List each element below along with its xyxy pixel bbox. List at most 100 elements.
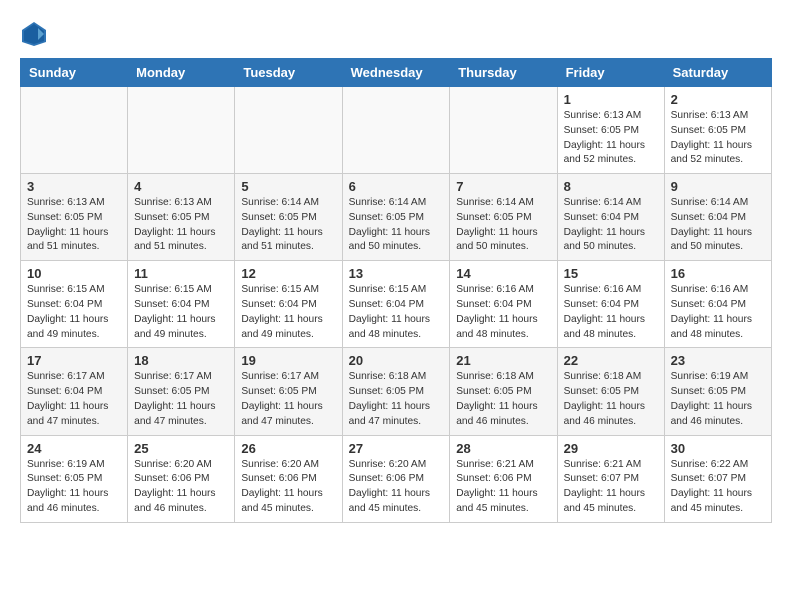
calendar-cell: 30Sunrise: 6:22 AMSunset: 6:07 PMDayligh… xyxy=(664,435,771,522)
cell-info-line: Sunset: 6:06 PM xyxy=(349,472,444,487)
day-header-friday: Friday xyxy=(557,59,664,87)
cell-info-line: Daylight: 11 hours and 51 minutes. xyxy=(27,226,121,256)
cell-info-line: Daylight: 11 hours and 50 minutes. xyxy=(456,226,550,256)
calendar-cell: 7 Sunrise: 6:14 AMSunset: 6:05 PMDaylight… xyxy=(450,174,557,261)
cell-info-line: Sunrise: 6:14 AM xyxy=(241,196,335,211)
cell-info-line: Sunset: 6:06 PM xyxy=(241,472,335,487)
cell-info-line: Sunrise: 6:16 AM xyxy=(671,283,765,298)
cell-info-line: Sunset: 6:05 PM xyxy=(134,211,228,226)
cell-info-line: Sunset: 6:04 PM xyxy=(27,298,121,313)
cell-info-line: Daylight: 11 hours and 45 minutes. xyxy=(564,487,658,517)
cell-info-line: Sunrise: 6:18 AM xyxy=(349,370,444,385)
cell-info-line: Sunrise: 6:14 AM xyxy=(671,196,765,211)
day-number: 7 xyxy=(456,179,550,194)
day-header-sunday: Sunday xyxy=(21,59,128,87)
cell-info-line: Sunrise: 6:19 AM xyxy=(671,370,765,385)
cell-info-line: Sunrise: 6:21 AM xyxy=(456,458,550,473)
cell-info-line: Sunrise: 6:14 AM xyxy=(564,196,658,211)
cell-info-line: Sunset: 6:05 PM xyxy=(564,124,658,139)
cell-info-line: Daylight: 11 hours and 47 minutes. xyxy=(349,400,444,430)
cell-info-line: Daylight: 11 hours and 49 minutes. xyxy=(27,313,121,343)
day-header-monday: Monday xyxy=(128,59,235,87)
cell-info-line: Sunrise: 6:17 AM xyxy=(27,370,121,385)
day-number: 10 xyxy=(27,266,121,281)
calendar-cell: 2Sunrise: 6:13 AMSunset: 6:05 PMDaylight… xyxy=(664,87,771,174)
cell-info-line: Daylight: 11 hours and 49 minutes. xyxy=(134,313,228,343)
cell-info-line: Daylight: 11 hours and 46 minutes. xyxy=(27,487,121,517)
cell-info-line: Daylight: 11 hours and 48 minutes. xyxy=(564,313,658,343)
cell-info-line: Sunrise: 6:13 AM xyxy=(564,109,658,124)
day-number: 8 xyxy=(564,179,658,194)
cell-info-line: Sunrise: 6:20 AM xyxy=(241,458,335,473)
cell-info-line: Sunrise: 6:14 AM xyxy=(456,196,550,211)
cell-info-line: Sunrise: 6:20 AM xyxy=(349,458,444,473)
calendar-cell xyxy=(21,87,128,174)
cell-info-line: Daylight: 11 hours and 46 minutes. xyxy=(456,400,550,430)
day-number: 13 xyxy=(349,266,444,281)
day-number: 5 xyxy=(241,179,335,194)
calendar-cell: 10 Sunrise: 6:15 AMSunset: 6:04 PMDayligh… xyxy=(21,261,128,348)
day-number: 29 xyxy=(564,441,658,456)
cell-info-line: Sunrise: 6:15 AM xyxy=(134,283,228,298)
day-number: 23 xyxy=(671,353,765,368)
calendar-cell: 6Sunrise: 6:14 AMSunset: 6:05 PMDaylight… xyxy=(342,174,450,261)
cell-info-line: Sunset: 6:04 PM xyxy=(671,298,765,313)
day-number: 21 xyxy=(456,353,550,368)
cell-info-line: Daylight: 11 hours and 47 minutes. xyxy=(134,400,228,430)
calendar-cell xyxy=(342,87,450,174)
cell-info-line: Sunset: 6:04 PM xyxy=(241,298,335,313)
cell-info-line: Daylight: 11 hours and 48 minutes. xyxy=(671,313,765,343)
cell-info-line: Daylight: 11 hours and 45 minutes. xyxy=(671,487,765,517)
day-number: 3 xyxy=(27,179,121,194)
calendar-cell: 25Sunrise: 6:20 AMSunset: 6:06 PMDayligh… xyxy=(128,435,235,522)
cell-info-line: Sunset: 6:05 PM xyxy=(456,211,550,226)
cell-info-line: Sunset: 6:05 PM xyxy=(241,385,335,400)
calendar-cell: 15Sunrise: 6:16 AMSunset: 6:04 PMDayligh… xyxy=(557,261,664,348)
day-number: 24 xyxy=(27,441,121,456)
cell-info-line: Daylight: 11 hours and 46 minutes. xyxy=(671,400,765,430)
calendar-cell xyxy=(128,87,235,174)
day-number: 4 xyxy=(134,179,228,194)
day-header-tuesday: Tuesday xyxy=(235,59,342,87)
calendar-cell: 27Sunrise: 6:20 AMSunset: 6:06 PMDayligh… xyxy=(342,435,450,522)
cell-info-line: Daylight: 11 hours and 50 minutes. xyxy=(349,226,444,256)
cell-info-line: Sunrise: 6:15 AM xyxy=(27,283,121,298)
cell-info-line: Sunrise: 6:22 AM xyxy=(671,458,765,473)
day-number: 26 xyxy=(241,441,335,456)
calendar-cell: 21Sunrise: 6:18 AMSunset: 6:05 PMDayligh… xyxy=(450,348,557,435)
calendar-cell: 19Sunrise: 6:17 AMSunset: 6:05 PMDayligh… xyxy=(235,348,342,435)
day-header-saturday: Saturday xyxy=(664,59,771,87)
cell-info-line: Sunset: 6:05 PM xyxy=(456,385,550,400)
cell-info-line: Daylight: 11 hours and 48 minutes. xyxy=(349,313,444,343)
calendar-cell: 28Sunrise: 6:21 AMSunset: 6:06 PMDayligh… xyxy=(450,435,557,522)
calendar-cell: 16Sunrise: 6:16 AMSunset: 6:04 PMDayligh… xyxy=(664,261,771,348)
calendar-cell: 4Sunrise: 6:13 AMSunset: 6:05 PMDaylight… xyxy=(128,174,235,261)
cell-info-line: Daylight: 11 hours and 47 minutes. xyxy=(27,400,121,430)
day-header-wednesday: Wednesday xyxy=(342,59,450,87)
calendar-cell: 14Sunrise: 6:16 AMSunset: 6:04 PMDayligh… xyxy=(450,261,557,348)
cell-info-line: Sunset: 6:04 PM xyxy=(27,385,121,400)
cell-info-line: Daylight: 11 hours and 50 minutes. xyxy=(671,226,765,256)
cell-info-line: Daylight: 11 hours and 51 minutes. xyxy=(241,226,335,256)
cell-info-line: Daylight: 11 hours and 46 minutes. xyxy=(564,400,658,430)
calendar-cell: 13Sunrise: 6:15 AMSunset: 6:04 PMDayligh… xyxy=(342,261,450,348)
cell-info-line: Daylight: 11 hours and 50 minutes. xyxy=(564,226,658,256)
cell-info-line: Sunset: 6:05 PM xyxy=(671,385,765,400)
cell-info-line: Sunrise: 6:13 AM xyxy=(671,109,765,124)
cell-info-line: Sunrise: 6:17 AM xyxy=(134,370,228,385)
calendar-table: SundayMondayTuesdayWednesdayThursdayFrid… xyxy=(20,58,772,523)
day-number: 12 xyxy=(241,266,335,281)
calendar-cell xyxy=(450,87,557,174)
calendar-header: SundayMondayTuesdayWednesdayThursdayFrid… xyxy=(21,59,772,87)
cell-info-line: Daylight: 11 hours and 45 minutes. xyxy=(349,487,444,517)
cell-info-line: Sunrise: 6:20 AM xyxy=(134,458,228,473)
cell-info-line: Sunrise: 6:17 AM xyxy=(241,370,335,385)
calendar-cell: 29Sunrise: 6:21 AMSunset: 6:07 PMDayligh… xyxy=(557,435,664,522)
cell-info-line: Daylight: 11 hours and 45 minutes. xyxy=(456,487,550,517)
calendar-cell: 11Sunrise: 6:15 AMSunset: 6:04 PMDayligh… xyxy=(128,261,235,348)
logo xyxy=(20,20,52,48)
cell-info-line: Sunrise: 6:14 AM xyxy=(349,196,444,211)
cell-info-line: Daylight: 11 hours and 51 minutes. xyxy=(134,226,228,256)
cell-info-line: Daylight: 11 hours and 52 minutes. xyxy=(564,139,658,169)
calendar-cell: 8Sunrise: 6:14 AMSunset: 6:04 PMDaylight… xyxy=(557,174,664,261)
